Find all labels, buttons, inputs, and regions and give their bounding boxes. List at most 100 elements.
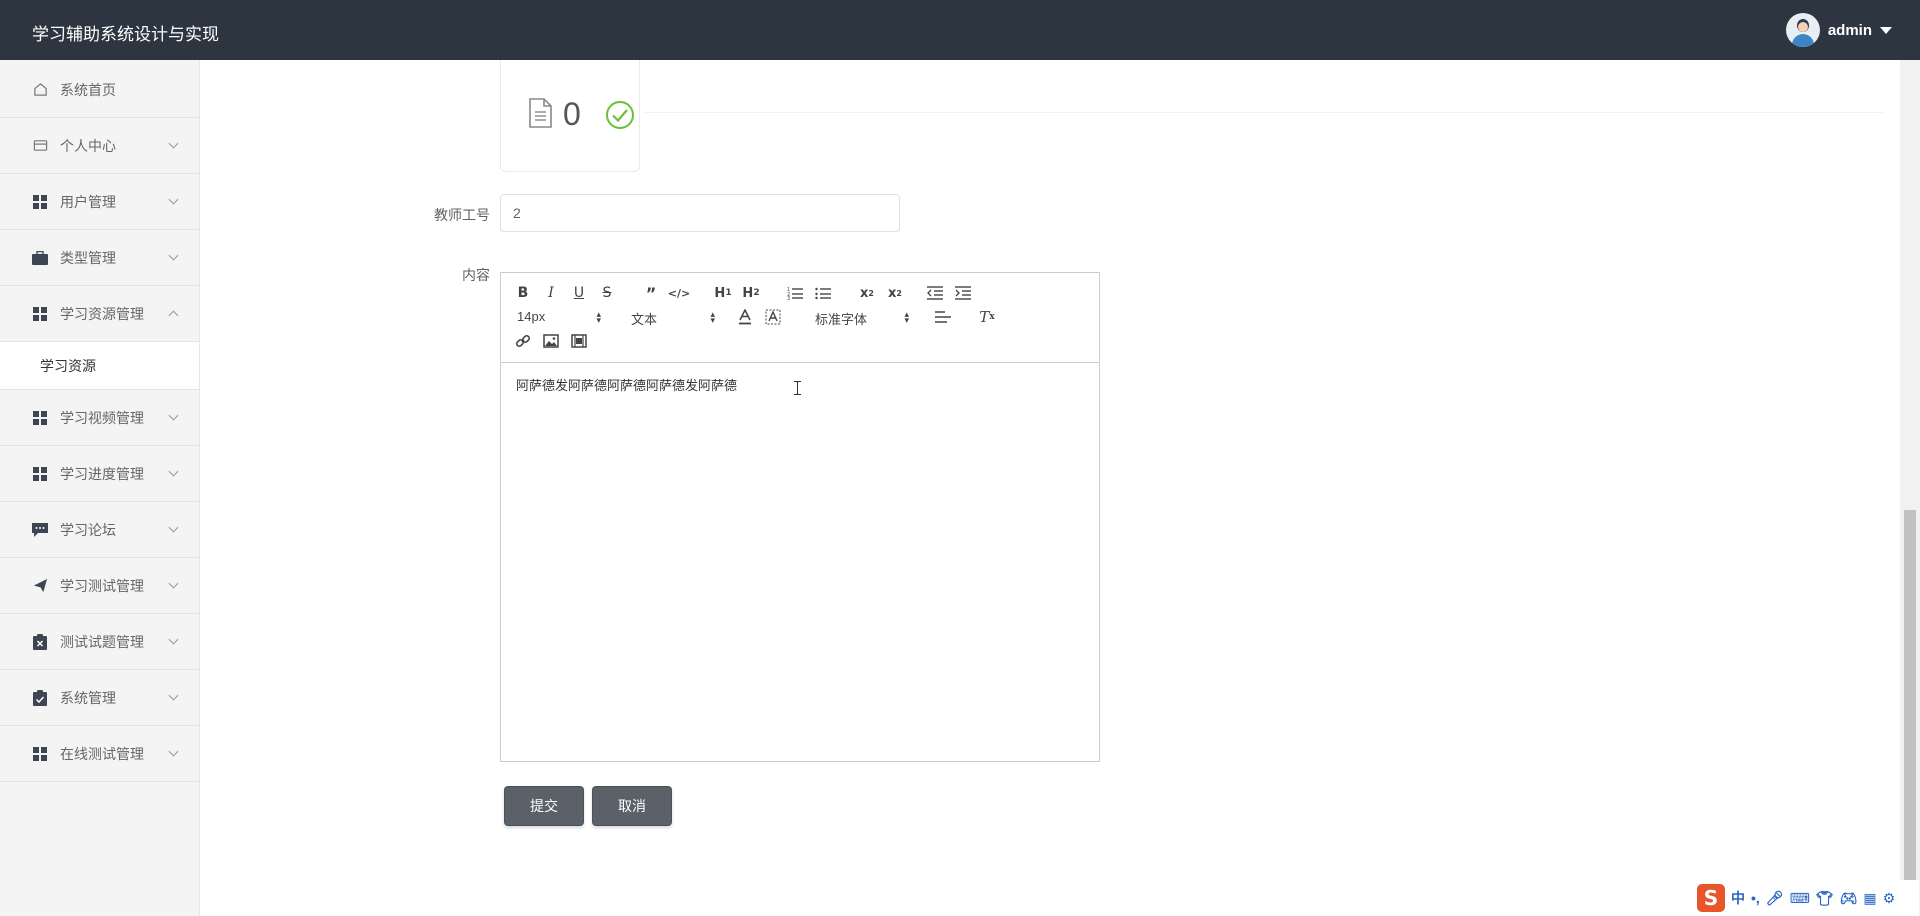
video-icon[interactable] [569,331,589,351]
sogou-logo-icon[interactable]: S [1697,884,1725,912]
align-left-icon[interactable] [933,307,953,327]
sidebar-item-7[interactable]: 学习论坛 [0,502,199,558]
sidebar-item-3[interactable]: 类型管理 [0,230,199,286]
chevron-up-icon [168,310,179,321]
editor-toolbar: B I U S ” </> H1 H2 123 x2 x2 14px ▴ ▾ 文… [501,273,1099,363]
blockquote-icon[interactable]: ” [641,283,661,303]
toolbox-icon[interactable]: ▦ [1863,890,1876,907]
sidebar: 系统首页个人中心用户管理类型管理学习资源管理学习资源学习视频管理 学习进度管理 学习… [0,60,200,916]
sidebar-item-1[interactable]: 个人中心 [0,118,199,174]
image-icon[interactable] [541,331,561,351]
sidebar-item-8[interactable]: 学习测试管理 [0,558,199,614]
chevron-down-icon [168,250,179,261]
editor-content[interactable]: 阿萨德发阿萨德阿萨德阿萨德发阿萨德 [501,363,1099,761]
editor-text[interactable]: 阿萨德发阿萨德阿萨德阿萨德发阿萨德 [516,378,737,393]
sidebar-item-label: 学习论坛 [60,521,116,538]
grid-icon [32,410,48,426]
sidebar-subitem-label: 学习资源 [40,357,96,374]
chevron-down-icon [168,194,179,205]
sidebar-item-11[interactable]: 在线测试管理 [0,726,199,782]
card-icon [32,138,48,154]
sidebar-item-label: 学习进度管理 [60,465,144,482]
paper-plane-icon [32,578,48,594]
file-count: 0 [563,96,581,132]
main-content: 0 教师工号 内容 B I U S ” </> H1 H2 123 x2 x2 [200,60,1900,916]
avatar[interactable] [1785,13,1820,47]
grid-icon [32,306,48,322]
sidebar-item-6[interactable]: 学习进度管理 [0,446,199,502]
page-scrollbar[interactable] [1900,60,1920,916]
keyboard-icon[interactable]: ⌨︎ [1790,890,1810,907]
chevron-down-icon [168,466,179,477]
clean-format-icon[interactable]: Tx [977,307,997,327]
microphone-icon[interactable]: 🎤︎ [1766,890,1784,907]
font-family-select[interactable]: 标准字体 ▴ ▾ [815,309,909,328]
chevron-down-icon [168,138,179,149]
submit-button[interactable]: 提交 [504,786,584,826]
user-menu[interactable]: admin [1785,13,1892,47]
skin-icon[interactable]: 👕︎ [1816,890,1834,907]
code-block-icon[interactable]: </> [668,283,690,303]
cancel-button[interactable]: 取消 [592,786,672,826]
outdent-icon[interactable] [925,283,945,303]
sidebar-subitem-learning-resources[interactable]: 学习资源 [0,342,199,390]
font-size-select[interactable]: 14px ▴ ▾ [517,309,601,325]
chevron-down-icon [168,690,179,701]
sidebar-item-0[interactable]: 系统首页 [0,62,199,118]
scroll-thumb[interactable] [1904,510,1916,910]
grid-icon [32,746,48,762]
teacher-id-input[interactable] [500,194,900,232]
divider [644,112,1884,113]
sidebar-item-label: 学习视频管理 [60,409,144,426]
sidebar-item-9[interactable]: 测试试题管理 [0,614,199,670]
sidebar-item-5[interactable]: 学习视频管理 [0,390,199,446]
chat-icon [32,522,48,538]
bullet-list-icon[interactable] [813,283,833,303]
grid-icon [32,194,48,210]
user-name[interactable]: admin [1828,22,1872,39]
ime-lang[interactable]: 中 [1731,888,1745,908]
sidebar-item-label: 测试试题管理 [60,633,144,650]
h1-button[interactable]: H1 [711,283,735,303]
gamepad-icon[interactable]: 🎮︎ [1840,890,1858,907]
bold-button[interactable]: B [513,283,533,303]
clipboard-x-icon [32,633,48,650]
rich-text-editor[interactable]: B I U S ” </> H1 H2 123 x2 x2 14px ▴ ▾ 文… [500,272,1100,762]
sidebar-item-label: 类型管理 [60,249,116,266]
subscript-button[interactable]: x2 [855,283,879,303]
file-upload-card[interactable]: 0 [500,60,640,172]
background-color-icon[interactable] [763,307,783,327]
svg-text:3: 3 [787,296,790,300]
strike-button[interactable]: S [597,283,617,303]
teacher-id-label: 教师工号 [434,207,490,223]
home-icon [32,82,48,98]
settings-gear-icon[interactable]: ⚙ [1883,890,1896,907]
chevron-down-icon [168,410,179,421]
document-icon [529,98,552,128]
sidebar-item-label: 个人中心 [60,137,116,154]
sidebar-item-2[interactable]: 用户管理 [0,174,199,230]
caret-down-icon[interactable] [1880,26,1892,34]
indent-icon[interactable] [953,283,973,303]
sidebar-menu: 系统首页个人中心用户管理类型管理学习资源管理学习资源学习视频管理 学习进度管理 学习… [0,62,199,782]
sidebar-item-label: 学习测试管理 [60,577,144,594]
sidebar-item-label: 系统管理 [60,689,116,706]
ordered-list-icon[interactable]: 123 [785,283,805,303]
italic-button[interactable]: I [541,283,561,303]
top-header: 学习辅助系统设计与实现 admin [0,0,1920,60]
chevron-down-icon [168,634,179,645]
link-icon[interactable] [513,331,533,351]
sidebar-item-10[interactable]: 系统管理 [0,670,199,726]
header-select[interactable]: 文本 ▴ ▾ [631,309,715,328]
punctuation-icon[interactable]: •, [1751,890,1760,906]
superscript-button[interactable]: x2 [883,283,907,303]
sidebar-item-label: 系统首页 [60,81,116,98]
sidebar-item-4[interactable]: 学习资源管理 [0,286,199,342]
chevron-down-icon [168,522,179,533]
font-size-value: 14px [517,309,546,324]
sidebar-item-label: 在线测试管理 [60,745,144,762]
h2-button[interactable]: H2 [739,283,763,303]
underline-button[interactable]: U [569,283,589,303]
sidebar-item-label: 用户管理 [60,193,116,210]
text-color-icon[interactable] [735,307,755,327]
